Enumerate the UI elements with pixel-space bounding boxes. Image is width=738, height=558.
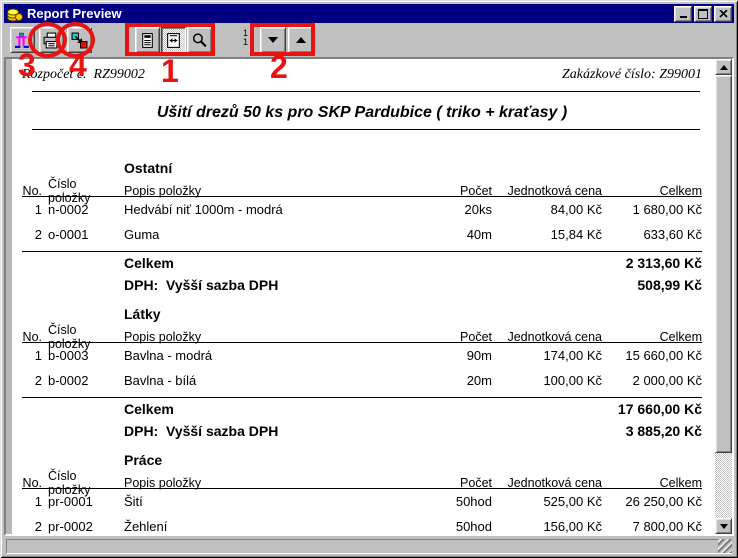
preview-area: Rozpočet č. RZ99002 Zakázkové číslo: Z99… — [4, 57, 734, 536]
report-section: Látky No. Číslo položky Popis položky Po… — [22, 306, 702, 442]
page-indicator: 1 1 — [243, 29, 248, 47]
section-total: Celkem 17 660,00 Kč — [22, 398, 702, 420]
exit-preview-icon — [14, 32, 31, 49]
status-panel — [6, 539, 732, 554]
report-section: Ostatní No. Číslo položky Popis položky … — [22, 160, 702, 296]
col-no: No. — [22, 184, 42, 198]
divider — [32, 129, 700, 130]
page-up-icon — [296, 37, 306, 43]
page-up-button[interactable] — [288, 27, 314, 53]
table-row: 1 n-0002 Hedvábí niť 1000m - modrá 20ks … — [22, 197, 702, 222]
status-bar — [4, 538, 734, 554]
zoom-whole-page-button[interactable] — [135, 27, 160, 53]
print-button[interactable] — [39, 27, 64, 53]
zoom-whole-page-icon — [139, 32, 156, 49]
coins-icon — [7, 6, 23, 22]
window-title: Report Preview — [27, 6, 672, 21]
scroll-up-button[interactable] — [715, 59, 732, 75]
printer-icon — [43, 32, 60, 49]
section-title: Práce — [124, 452, 702, 469]
section-total: Celkem 2 313,60 Kč — [22, 252, 702, 274]
zoom-in-icon — [191, 32, 208, 49]
section-vat: DPH: Vyšší sazba DPH 3 885,20 Kč — [22, 420, 702, 442]
page-down-button[interactable] — [260, 27, 286, 53]
maximize-icon — [698, 9, 708, 19]
minimize-button[interactable] — [674, 6, 692, 22]
zoom-in-button[interactable] — [187, 27, 212, 53]
scroll-down-icon — [720, 524, 728, 529]
zoom-page-width-button[interactable] — [161, 27, 186, 53]
table-row: 2 o-0001 Guma 40m 15,84 Kč 633,60 Kč — [22, 222, 702, 247]
column-headers: No. Číslo položky Popis položky Počet Je… — [22, 469, 702, 485]
resize-grip[interactable] — [718, 539, 732, 553]
scroll-down-button[interactable] — [715, 518, 732, 534]
table-row: 1 b-0003 Bavlna - modrá 90m 174,00 Kč 15… — [22, 343, 702, 368]
table-row: 2 b-0002 Bavlna - bílá 20m 100,00 Kč 2 0… — [22, 368, 702, 393]
vertical-scrollbar[interactable] — [715, 59, 732, 534]
col-code: Číslo položky — [48, 177, 118, 205]
col-total: Celkem — [608, 184, 702, 198]
export-button[interactable] — [67, 27, 92, 53]
zoom-page-width-icon — [165, 32, 182, 49]
table-row: 2 pr-0002 Žehlení 50hod 156,00 Kč 7 800,… — [22, 514, 702, 534]
maximize-button[interactable] — [694, 6, 712, 22]
table-row: 1 pr-0001 Šití 50hod 525,00 Kč 26 250,00… — [22, 489, 702, 514]
close-button[interactable] — [714, 6, 732, 22]
column-headers: No. Číslo položky Popis položky Počet Je… — [22, 323, 702, 339]
page-total: 1 — [243, 38, 248, 47]
col-qty: Počet — [432, 184, 492, 198]
section-vat: DPH: Vyšší sazba DPH 508,99 Kč — [22, 274, 702, 296]
exit-preview-button[interactable] — [10, 27, 35, 53]
report-preview-window: Report Preview — [0, 0, 738, 558]
report-title: Ušití drezů 50 ks pro SKP Pardubice ( tr… — [22, 98, 702, 129]
report-section: Práce No. Číslo položky Popis položky Po… — [22, 452, 702, 534]
titlebar[interactable]: Report Preview — [4, 4, 734, 23]
export-icon — [71, 32, 88, 49]
col-desc: Popis položky — [124, 184, 426, 198]
close-icon — [719, 10, 728, 18]
col-unit-price: Jednotková cena — [498, 184, 602, 198]
minimize-icon — [680, 16, 687, 18]
order-number: Zakázkové číslo: Z99001 — [562, 67, 702, 85]
toolbar: 1 1 — [4, 23, 734, 57]
budget-number: Rozpočet č. RZ99002 — [22, 67, 145, 85]
divider — [32, 91, 700, 92]
section-title: Ostatní — [124, 160, 702, 177]
section-title: Látky — [124, 306, 702, 323]
report-page: Rozpočet č. RZ99002 Zakázkové číslo: Z99… — [12, 59, 715, 534]
scroll-up-icon — [720, 65, 728, 70]
column-headers: No. Číslo položky Popis položky Počet Je… — [22, 177, 702, 193]
scrollbar-thumb[interactable] — [715, 75, 732, 453]
page-down-icon — [268, 37, 278, 43]
report-header: Rozpočet č. RZ99002 Zakázkové číslo: Z99… — [22, 65, 702, 85]
